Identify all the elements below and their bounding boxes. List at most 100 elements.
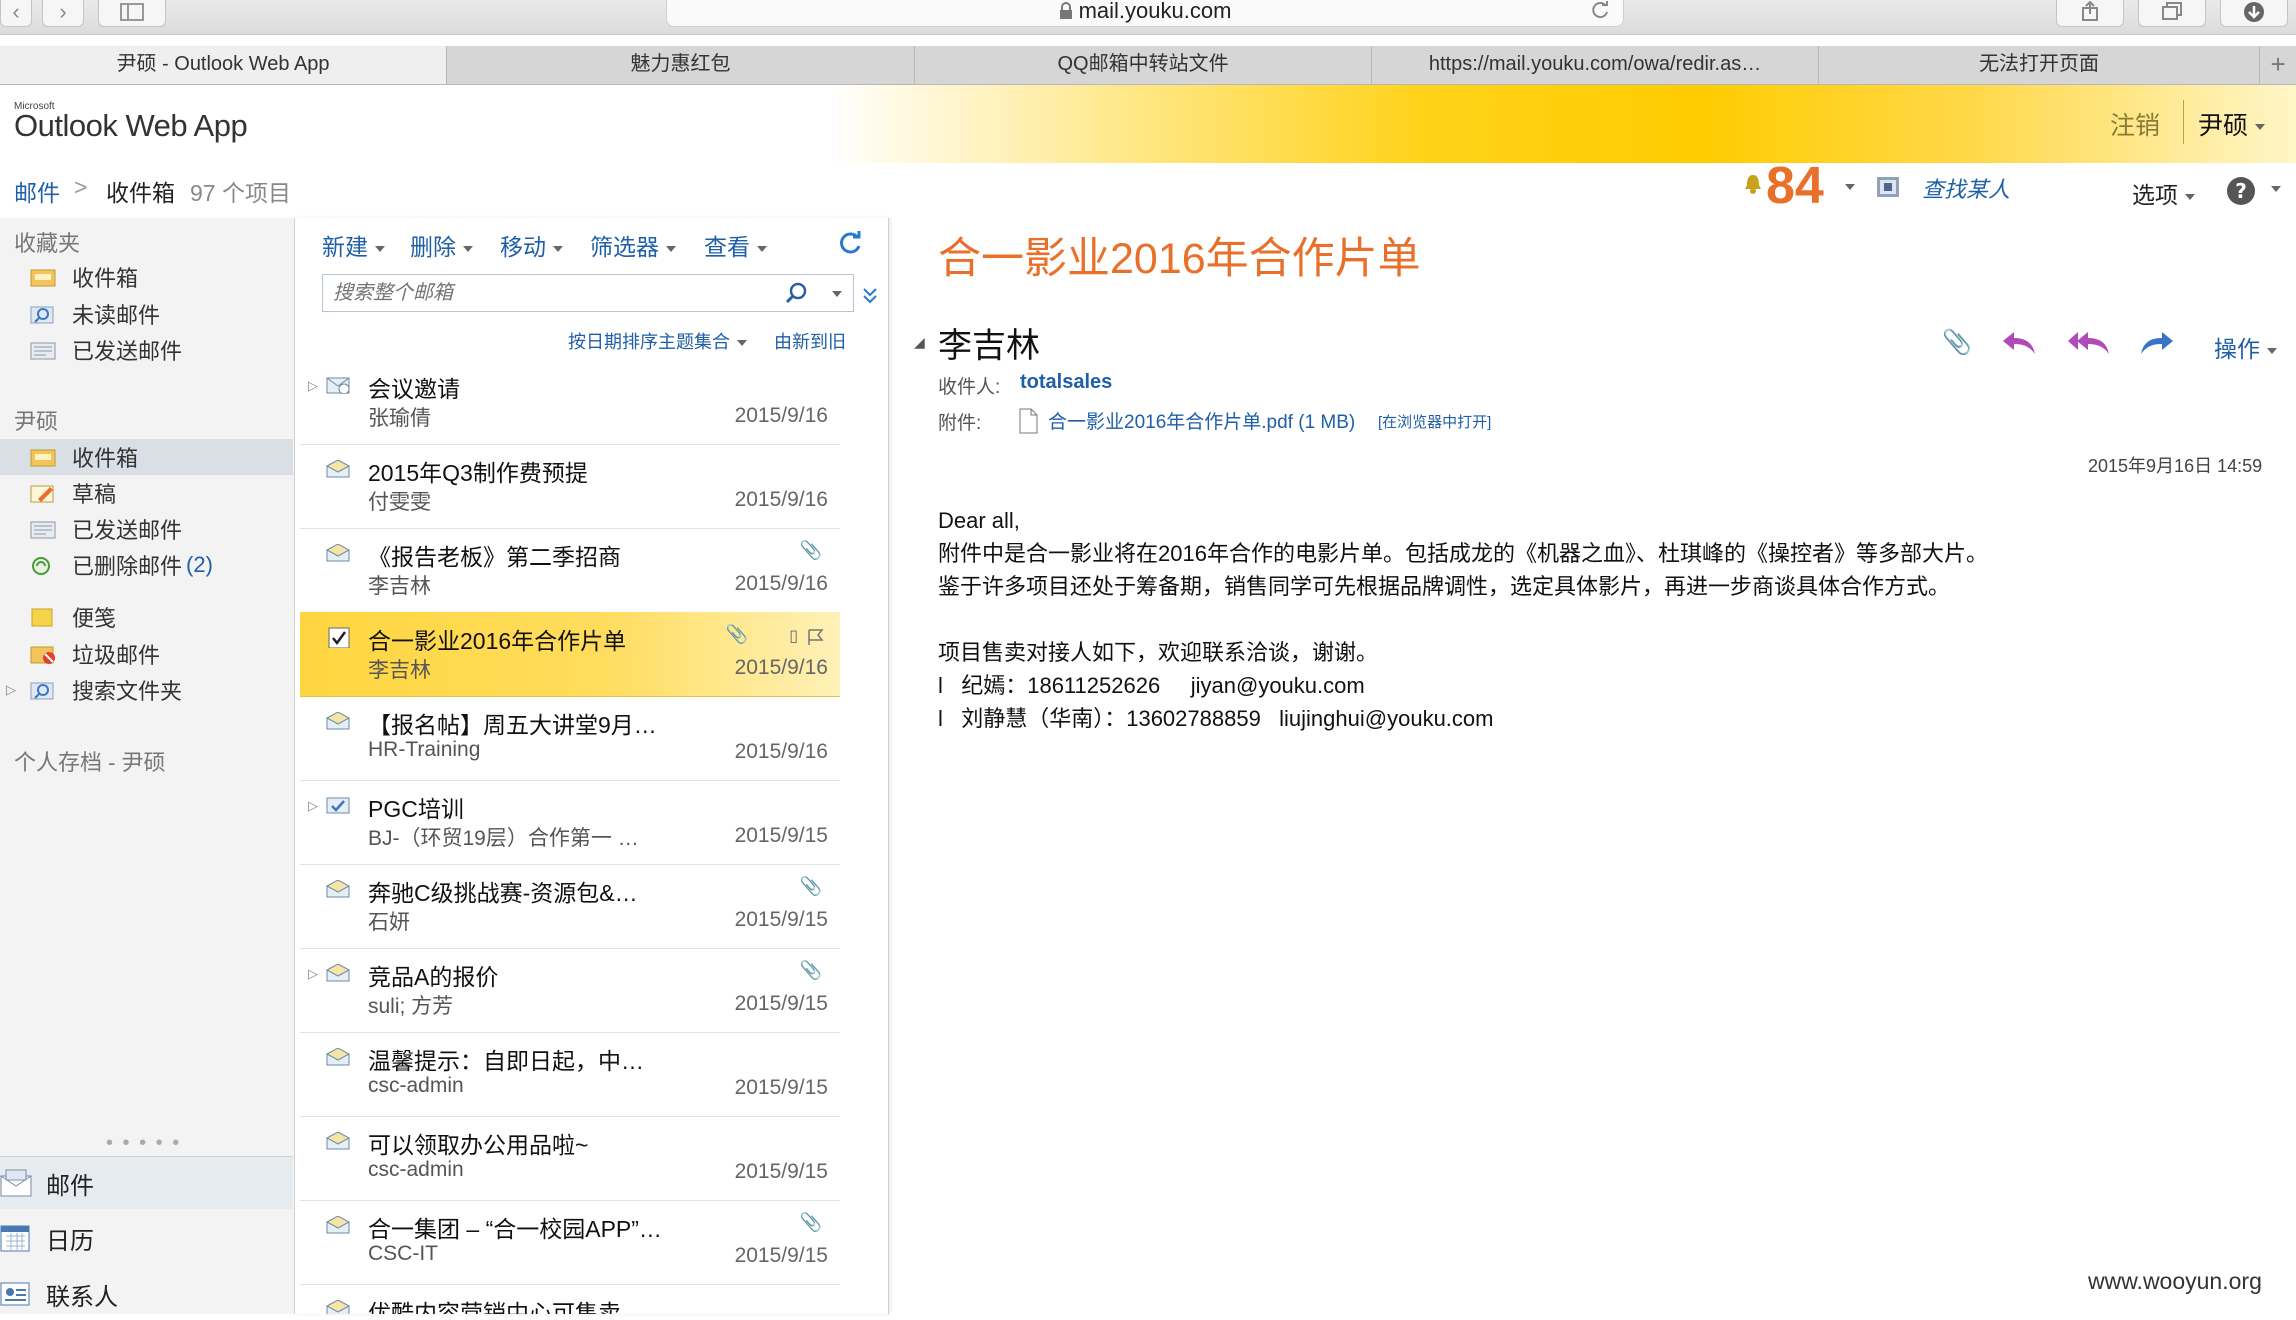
message-row[interactable]: 合一集团 – “合一校园APP”… 📎 CSC-IT 2015/9/15 <box>300 1200 840 1285</box>
sidebar-item-junk[interactable]: 垃圾邮件 <box>30 637 160 671</box>
archive-header[interactable]: 个人存档 - 尹硕 <box>14 745 166 777</box>
forward-button[interactable]: › <box>42 0 84 27</box>
nav-contacts[interactable]: 联系人 <box>0 1268 293 1320</box>
sidebar-item-inbox[interactable]: 收件箱 <box>30 440 138 474</box>
inbox-folder-icon <box>30 269 56 287</box>
expand-arrow-icon[interactable]: ▷ <box>308 378 318 394</box>
browser-tab[interactable]: https://mail.youku.com/owa/redir.as… <box>1372 46 1820 84</box>
tabs-overview-button[interactable] <box>2138 0 2206 27</box>
message-row[interactable]: 2015年Q3制作费预提 付雯雯 2015/9/16 <box>300 444 840 529</box>
sort-by-menu[interactable]: 按日期排序主题集合 <box>568 328 747 354</box>
reply-icon[interactable] <box>2000 328 2038 358</box>
new-tab-button[interactable]: + <box>2260 46 2296 84</box>
sidebar-item-favorites-inbox[interactable]: 收件箱 <box>30 260 138 294</box>
chevron-down-icon[interactable] <box>832 291 842 297</box>
reminder-count[interactable]: 84 <box>1766 156 1824 216</box>
chevron-down-icon <box>2255 124 2266 131</box>
message-subject: 会议邀请 <box>368 376 460 402</box>
message-row[interactable]: 温馨提示：自即日起，中… csc-admin 2015/9/15 <box>300 1032 840 1117</box>
browser-tab[interactable]: QQ邮箱中转站文件 <box>915 46 1373 84</box>
owa-header <box>0 85 2296 163</box>
meeting-accepted-icon <box>326 797 350 814</box>
open-in-browser-link[interactable]: [在浏览器中打开] <box>1378 411 1491 432</box>
reply-all-icon[interactable] <box>2066 328 2112 358</box>
expand-arrow-icon[interactable]: ▷ <box>308 966 318 982</box>
expand-arrow-icon[interactable]: ▷ <box>308 798 318 814</box>
message-row[interactable]: ▷ 会议邀请 张瑜倩 2015/9/16 <box>300 360 840 445</box>
browser-tab[interactable]: 尹硕 - Outlook Web App <box>0 46 448 84</box>
message-row-selected[interactable]: 合一影业2016年合作片单 📎 ▯ 李吉林 2015/9/16 <box>300 612 840 697</box>
sidebar-item-drafts[interactable]: 草稿 <box>30 476 116 510</box>
actions-menu[interactable]: 操作 <box>2214 330 2277 364</box>
forward-icon[interactable] <box>2138 328 2176 358</box>
attachment-icon: 📎 <box>799 1212 822 1232</box>
chevron-down-icon <box>553 245 563 252</box>
find-people-link[interactable]: 查找某人 <box>1922 172 2010 204</box>
sidebar-item-label: 未读邮件 <box>72 303 161 328</box>
chevron-down-icon[interactable] <box>2271 186 2281 192</box>
nav-calendar[interactable]: 日历 <box>0 1212 293 1264</box>
breadcrumb-mail[interactable]: 邮件 <box>14 174 60 208</box>
nav-mail[interactable]: 邮件 <box>0 1156 293 1209</box>
sidebar-item-search-folders[interactable]: 搜索文件夹 <box>30 673 182 707</box>
new-button[interactable]: 新建 <box>322 228 385 262</box>
help-icon[interactable]: ? <box>2226 176 2256 206</box>
address-book-icon[interactable] <box>1874 174 1904 200</box>
message-subject: 优酷内容营销中心可售卖 <box>368 1300 621 1314</box>
view-button-label: 查看 <box>704 234 750 260</box>
expand-search-icon[interactable] <box>862 286 878 304</box>
mailbox-header[interactable]: 尹硕 <box>14 404 58 436</box>
delete-button[interactable]: 删除 <box>410 228 473 262</box>
user-menu[interactable]: 尹硕 <box>2198 106 2266 142</box>
sidebar-item-sent[interactable]: 已发送邮件 <box>30 512 182 546</box>
reminder-bell-icon[interactable] <box>1742 172 1764 196</box>
chevron-down-icon[interactable] <box>1845 184 1855 190</box>
browser-tab[interactable]: 无法打开页面 <box>1819 46 2261 84</box>
move-button[interactable]: 移动 <box>500 228 563 262</box>
message-date: 2015/9/15 <box>734 1160 828 1183</box>
filter-button[interactable]: 筛选器 <box>590 228 676 262</box>
message-subject: 2015年Q3制作费预提 <box>368 460 588 486</box>
sidebar-item-favorites-sent[interactable]: 已发送邮件 <box>30 333 182 367</box>
search-input[interactable] <box>331 278 775 308</box>
sidebar-toggle-button[interactable] <box>98 0 166 27</box>
category-icon[interactable]: ▯ <box>789 626 798 646</box>
collapse-header-icon[interactable]: ◢ <box>914 334 925 351</box>
flag-icon[interactable] <box>806 628 826 646</box>
message-sender-name[interactable]: 李吉林 <box>938 318 1040 367</box>
sort-order-toggle[interactable]: 由新到旧 <box>774 328 846 354</box>
favorites-header[interactable]: 收藏夹 <box>14 226 80 258</box>
back-button[interactable]: ‹ <box>0 0 32 27</box>
expand-arrow-icon[interactable]: ▷ <box>6 682 16 698</box>
signout-link[interactable]: 注销 <box>2110 106 2160 142</box>
message-sender: csc-admin <box>368 1074 464 1097</box>
sidebar-item-label: 垃圾邮件 <box>72 643 161 668</box>
view-button[interactable]: 查看 <box>704 228 767 262</box>
splitter-grip-icon[interactable]: • • • • • <box>106 1132 181 1155</box>
message-row[interactable]: ▷ 竞品A的报价 📎 suli; 方芳 2015/9/15 <box>300 948 840 1033</box>
options-menu[interactable]: 选项 <box>2132 176 2195 210</box>
message-row[interactable]: 优酷内容营销中心可售卖 <box>300 1284 840 1314</box>
search-icon[interactable] <box>785 281 809 305</box>
browser-tab[interactable]: 魅力惠红包 <box>447 46 916 84</box>
message-row[interactable]: 奔驰C级挑战赛-资源包&… 📎 石妍 2015/9/15 <box>300 864 840 949</box>
reload-icon[interactable] <box>1589 0 1611 22</box>
message-row[interactable]: 《报告老板》第二季招商 📎 李吉林 2015/9/16 <box>300 528 840 613</box>
message-subject: 合一集团 – “合一校园APP”… <box>368 1216 662 1242</box>
message-row[interactable]: 可以领取办公用品啦~ csc-admin 2015/9/15 <box>300 1116 840 1201</box>
sidebar-item-deleted[interactable]: 已删除邮件 (2) <box>30 548 213 582</box>
refresh-icon[interactable] <box>838 230 864 256</box>
share-button[interactable] <box>2056 0 2124 27</box>
svg-text:?: ? <box>2235 179 2247 203</box>
filter-button-label: 筛选器 <box>590 234 659 260</box>
checkbox-checked-icon[interactable] <box>326 626 352 648</box>
downloads-button[interactable] <box>2220 0 2288 27</box>
to-recipient[interactable]: totalsales <box>1020 371 1112 394</box>
sidebar-item-unread[interactable]: 未读邮件 <box>30 297 160 331</box>
address-bar[interactable]: mail.youku.com <box>666 0 1624 27</box>
watermark: www.wooyun.org <box>2088 1268 2262 1294</box>
attachment-link[interactable]: 合一影业2016年合作片单.pdf (1 MB) <box>1048 407 1355 434</box>
sidebar-item-notes[interactable]: 便笺 <box>30 600 116 634</box>
message-row[interactable]: ▷ PGC培训 BJ-（环贸19层）合作第一 … 2015/9/15 <box>300 780 840 865</box>
message-row[interactable]: 【报名帖】周五大讲堂9月… HR-Training 2015/9/16 <box>300 696 840 781</box>
